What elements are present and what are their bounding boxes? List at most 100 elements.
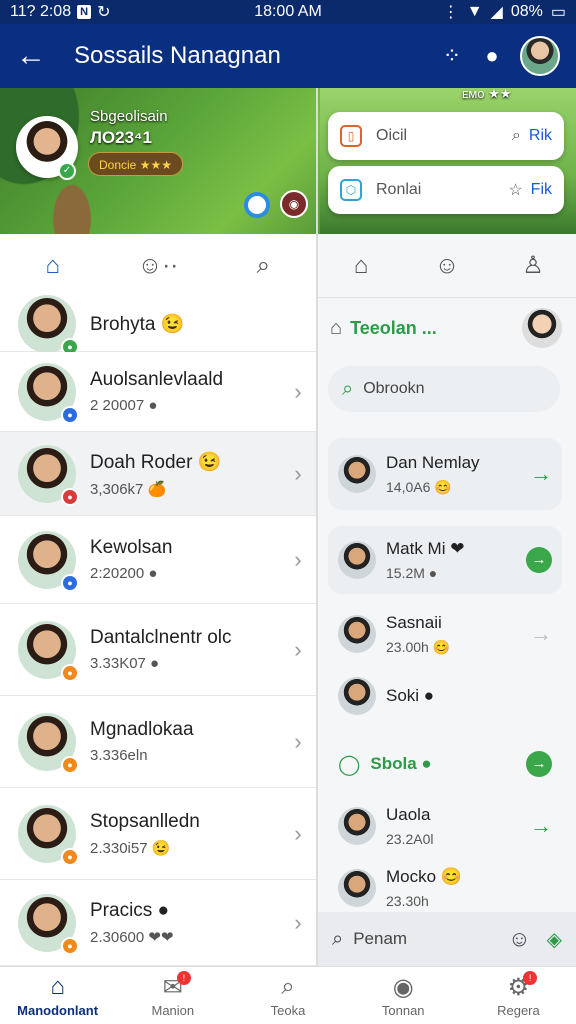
online-badge-icon: ✓ — [58, 162, 76, 180]
list-item-name: Dantalclnentr olc — [90, 627, 232, 648]
list-item-name: Pracics ● — [90, 899, 170, 921]
list-item-name: Doah Roder 😉 — [90, 451, 222, 473]
chevron-right-icon[interactable]: › — [280, 461, 316, 487]
list-item[interactable]: ● Auolsanlevlaald 2 20007 ● › — [0, 352, 316, 432]
avatar: ● — [18, 294, 79, 356]
arrow-circle-icon[interactable]: → — [526, 751, 552, 777]
banner-score: ЛО23⁴1 — [90, 128, 152, 147]
signal-icon: ◢ — [490, 4, 503, 21]
list-item-sub: 2.30600 ❤❤ — [90, 928, 174, 946]
chat-item[interactable]: Mocko 😊 23.30h — [328, 858, 562, 918]
banner-mini-avatar[interactable]: ◉ — [280, 190, 308, 218]
panel-divider — [316, 88, 318, 966]
smiley-icon[interactable]: ☺ — [508, 926, 530, 952]
settings-icon: ⚙! — [508, 971, 538, 1003]
avatar — [338, 677, 376, 715]
chevron-right-icon[interactable]: › — [280, 729, 316, 755]
nav-label: Regera — [497, 1003, 540, 1018]
app-bar: ← Sossails Nanagnan ⁘ ● — [0, 24, 576, 88]
list-item[interactable]: ● Dantalclnentr olc 3.33K07 ● › — [0, 604, 316, 696]
banner-top-right-text: ᴇᴍᴏ ★★ — [462, 86, 512, 101]
list-item[interactable]: ● Mgnadlokaa 3.336eln › — [0, 696, 316, 788]
right-search-field[interactable]: ⌕ Obrookn — [328, 366, 560, 412]
status-bar: 11? 2:08 N ↻ 18:00 AM ⋮ ▼ ◢ 08% ▭ — [0, 0, 576, 24]
chat-item-name: Dan Nemlay — [386, 452, 480, 472]
chevron-right-icon[interactable]: › — [280, 821, 316, 847]
banner-action-icon[interactable] — [244, 192, 270, 218]
nav-item-0[interactable]: ⌂ Manodonlant — [0, 967, 115, 1024]
emoji-tab-icon[interactable]: ☺·· — [128, 252, 188, 280]
chevron-right-icon[interactable]: › — [280, 547, 316, 573]
status-badge-icon: ● — [61, 847, 79, 866]
chat-item[interactable]: Dan Nemlay 14,0A6 😊 → — [328, 438, 562, 510]
right-bottom-search[interactable]: ⌕ Penam ☺ ◈ — [318, 912, 576, 966]
nav-item-1[interactable]: ✉! Manion — [115, 967, 230, 1024]
list-item[interactable]: ● Kewolsan 2:20200 ● › — [0, 516, 316, 604]
wifi-icon: ▼ — [466, 3, 483, 20]
home-tab-icon[interactable]: ⌂ — [23, 252, 83, 280]
quick-action-1[interactable]: ▯ Oicil ⌕ Rik — [328, 112, 564, 160]
arrow-right-icon[interactable]: → — [530, 461, 552, 487]
avatar: ● — [18, 893, 79, 955]
chat-icon: ✉! — [163, 971, 191, 1003]
chat-item[interactable]: Uaola 23.2A0l → — [328, 796, 562, 856]
face-icon[interactable]: ☺ — [417, 252, 477, 280]
share-icon[interactable]: ⁘ — [432, 43, 472, 69]
quick-action-2[interactable]: ⬡ Ronlai ☆ Fik — [328, 166, 564, 214]
notification-badge: ! — [523, 971, 538, 985]
nav-label: Manodonlant — [17, 1003, 99, 1018]
avatar: ● — [18, 362, 79, 424]
nav-item-2[interactable]: ⌕ Teoka — [230, 967, 345, 1024]
quick-action-1-button[interactable]: Rik — [529, 127, 552, 145]
sticker-icon[interactable]: ◈ — [547, 927, 562, 952]
list-item[interactable]: ● Pracics ● 2.30600 ❤❤ › — [0, 880, 316, 966]
list-item[interactable]: ● Stopsanlledn 2.330i57 😉 › — [0, 788, 316, 880]
chat-item-sub: 23.2A0l — [386, 831, 434, 847]
search-tab-icon[interactable]: ⌕ — [233, 252, 293, 280]
list-item-name: Brohyta 😉 — [90, 313, 185, 335]
list-item-sub: 3,306k7 🍊 — [90, 480, 167, 498]
list-item[interactable]: ● Brohyta 😉 — [0, 294, 316, 356]
chat-item[interactable]: Soki ● — [328, 666, 562, 726]
magnifier-icon: ⌕ — [332, 927, 344, 950]
list-item-sub: 2 20007 ● — [90, 397, 158, 414]
tag-icon: ⌂ — [330, 316, 343, 339]
lock-icon: ▯ — [340, 125, 362, 147]
home-outline-icon[interactable]: ⌂ — [331, 252, 391, 280]
nav-label: Manion — [151, 1003, 195, 1018]
notification-badge: ! — [176, 971, 191, 985]
chat-item[interactable]: Sasnaii 23.00h 😊 → — [328, 604, 562, 664]
nav-label: Tonnan — [381, 1003, 425, 1018]
chevron-right-icon[interactable]: › — [280, 910, 316, 936]
search-icon[interactable]: ⌕ — [512, 127, 521, 145]
list-item-sub: 3.33K07 ● — [90, 655, 160, 672]
avatar — [338, 869, 376, 907]
arrow-circle-icon[interactable]: → — [526, 547, 552, 573]
right-header-title: Teeolan ... — [350, 317, 437, 338]
chat-item-name: Uaola — [386, 805, 431, 824]
chevron-right-icon[interactable]: › — [280, 379, 316, 405]
chat-item-sub: 23.30h — [386, 893, 429, 909]
arrow-right-icon[interactable]: → — [530, 813, 552, 839]
chat-item[interactable]: Matk Mi ❤ 15.2M ● → — [328, 526, 562, 594]
chevron-right-icon[interactable]: › — [280, 637, 316, 663]
star-icon[interactable]: ☆ — [508, 180, 522, 200]
quick-action-2-button[interactable]: Fik — [531, 181, 552, 199]
chat-item[interactable]: ◯ Sbola ● → — [328, 734, 562, 794]
avatar — [338, 455, 376, 493]
chat-item-name: Sbola ● — [370, 754, 432, 773]
chat-bubble-icon: ◯ — [338, 753, 361, 776]
notifications-icon[interactable]: ● — [472, 43, 512, 69]
avatar: ● — [18, 620, 79, 682]
status-badge-icon: ● — [61, 405, 79, 424]
quick-action-1-label: Oicil — [376, 127, 408, 144]
left-tabs: ⌂ ☺·· ⌕ — [0, 234, 316, 298]
nav-item-4[interactable]: ⚙! Regera — [461, 967, 576, 1024]
person-icon[interactable]: ♙ — [503, 251, 563, 280]
nav-item-3[interactable]: ◉ Tonnan — [346, 967, 461, 1024]
profile-avatar[interactable] — [520, 36, 560, 76]
back-arrow-icon[interactable]: ← — [16, 39, 56, 73]
list-item[interactable]: ● Doah Roder 😉 3,306k7 🍊 › — [0, 432, 316, 516]
arrow-right-icon[interactable]: → — [530, 621, 552, 647]
right-header-avatar[interactable] — [522, 308, 562, 348]
